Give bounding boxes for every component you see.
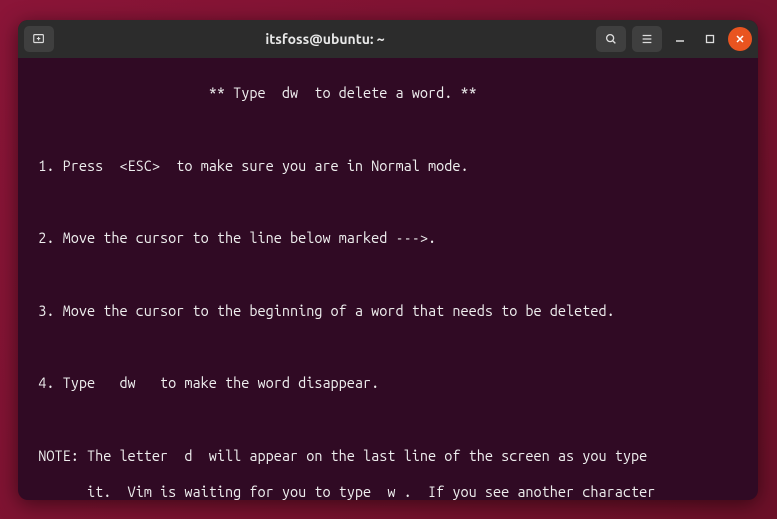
- search-button[interactable]: [596, 26, 626, 52]
- new-tab-button[interactable]: [24, 26, 54, 52]
- terminal-content[interactable]: ** Type dw to delete a word. ** 1. Press…: [18, 58, 758, 500]
- new-tab-icon: [32, 32, 46, 46]
- menu-button[interactable]: [632, 26, 662, 52]
- vimtutor-note-2: it. Vim is waiting for you to type w . I…: [22, 483, 754, 500]
- vimtutor-step3: 3. Move the cursor to the beginning of a…: [22, 302, 754, 320]
- blank-line: [22, 265, 754, 283]
- blank-line: [22, 193, 754, 211]
- search-icon: [604, 32, 618, 46]
- vimtutor-step4: 4. Type dw to make the word disappear.: [22, 374, 754, 392]
- window-title: itsfoss@ubuntu: ~: [60, 31, 590, 47]
- blank-line: [22, 120, 754, 138]
- blank-line: [22, 410, 754, 428]
- close-button[interactable]: [728, 27, 752, 51]
- minimize-icon: [675, 34, 685, 44]
- titlebar: itsfoss@ubuntu: ~: [18, 20, 758, 58]
- close-icon: [735, 34, 745, 44]
- vimtutor-note-1: NOTE: The letter d will appear on the la…: [22, 447, 754, 465]
- terminal-window: itsfoss@ubuntu: ~: [18, 20, 758, 500]
- blank-line: [22, 338, 754, 356]
- vimtutor-header: ** Type dw to delete a word. **: [22, 84, 754, 102]
- hamburger-icon: [640, 32, 654, 46]
- vimtutor-step2: 2. Move the cursor to the line below mar…: [22, 229, 754, 247]
- minimize-button[interactable]: [668, 27, 692, 51]
- maximize-button[interactable]: [698, 27, 722, 51]
- vimtutor-step1: 1. Press <ESC> to make sure you are in N…: [22, 157, 754, 175]
- maximize-icon: [705, 34, 715, 44]
